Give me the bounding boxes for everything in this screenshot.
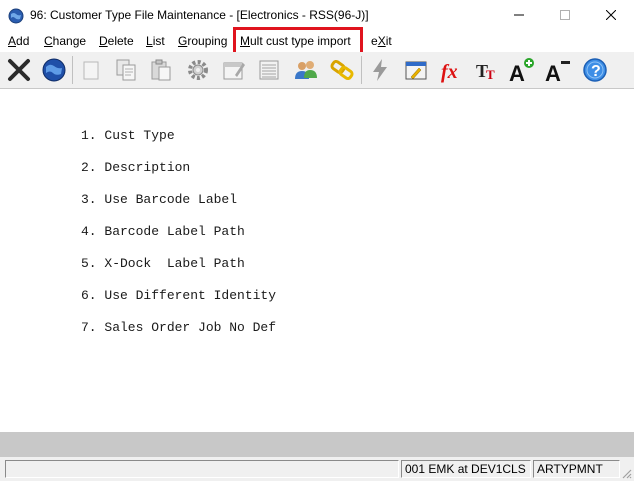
menu-exit-accel: X [377,34,386,48]
text-format-icon: T T [476,61,495,82]
edit-screen-icon [405,61,427,80]
menu-exit[interactable]: eXit [371,34,392,48]
toolbar: fx T T A A ? [0,52,634,89]
menu-exit-rest: it [385,34,392,48]
menu-add-accel: A [8,34,17,48]
toolbar-list-button[interactable] [253,54,285,86]
resize-grip-icon[interactable] [620,467,632,479]
toolbar-settings-button[interactable] [182,54,214,86]
svg-text:fx: fx [441,61,458,83]
toolbar-close-button[interactable] [3,54,35,86]
font-decrease-icon: A [545,61,570,84]
menu-delete-rest: elete [107,34,134,48]
function-fx-icon: fx [441,61,458,83]
help-icon: ? [583,58,607,82]
toolbar-users-button[interactable] [290,54,322,86]
minimize-icon [514,14,524,16]
status-message-panel [5,460,399,478]
edit-window-icon [223,62,245,80]
toolbar-separator [72,56,73,84]
menu-list-accel: L [146,34,153,48]
svg-text:T: T [486,67,495,82]
toolbar-link-button[interactable] [326,54,358,86]
field-description[interactable]: 2. Description [81,160,276,192]
svg-text:?: ? [591,63,601,80]
status-bar: 001 EMK at DEV1CLS ARTYPMNT [0,457,634,481]
menu-change-rest: hange [52,34,87,48]
toolbar-function-button[interactable]: fx [436,54,468,86]
settings-gear-icon [188,60,208,80]
toolbar-lightning-button[interactable] [364,54,396,86]
field-cust-type[interactable]: 1. Cust Type [81,128,276,160]
font-increase-icon: A [509,58,534,84]
svg-text:A: A [545,61,561,84]
toolbar-font-decrease-button[interactable]: A [542,54,574,86]
app-globe-icon [8,8,24,24]
menu-exit-pre: e [371,34,378,48]
blank-page-icon [83,61,99,80]
copy-icon [116,59,136,81]
title-bar: 96: Customer Type File Maintenance - [El… [0,0,634,30]
field-sales-order-job-no-def[interactable]: 7. Sales Order Job No Def [81,320,276,352]
field-use-barcode-label[interactable]: 3. Use Barcode Label [81,192,276,224]
users-icon [295,61,317,79]
toolbar-blank-button[interactable] [75,54,107,86]
toolbar-help-button[interactable]: ? [579,54,611,86]
menu-grouping-rest: rouping [187,34,228,48]
toolbar-text-format-button[interactable]: T T [471,54,503,86]
status-program-panel: ARTYPMNT [533,460,620,478]
message-band [0,432,634,457]
close-window-button[interactable] [588,0,634,30]
menu-delete[interactable]: Delete [99,34,134,48]
lightning-icon [373,59,387,81]
menu-list-rest: ist [152,34,165,48]
link-chain-icon [330,59,354,81]
toolbar-edit-screen-button[interactable] [400,54,432,86]
window-title: 96: Customer Type File Maintenance - [El… [30,8,369,22]
globe-icon [42,58,66,82]
menu-change-accel: C [44,34,53,48]
close-x-icon [8,59,30,81]
main-form-area: 1. Cust Type 2. Description 3. Use Barco… [0,90,634,430]
status-user-panel: 001 EMK at DEV1CLS [401,460,531,478]
field-xdock-label-path[interactable]: 5. X-Dock Label Path [81,256,276,288]
menu-delete-accel: D [99,34,108,48]
toolbar-paste-button[interactable] [145,54,177,86]
menu-change[interactable]: Change [44,34,86,48]
menu-grouping[interactable]: Grouping [178,34,227,48]
maximize-button[interactable] [542,0,588,30]
toolbar-font-increase-button[interactable]: A [506,54,538,86]
toolbar-globe-button[interactable] [38,54,70,86]
list-icon [259,60,279,80]
minimize-button[interactable] [496,0,542,30]
toolbar-copy-button[interactable] [110,54,142,86]
toolbar-edit-window-button[interactable] [218,54,250,86]
paste-icon [151,59,171,81]
maximize-icon [560,10,570,20]
close-icon [606,10,616,20]
menu-add[interactable]: Add [8,34,29,48]
menu-list[interactable]: List [146,34,165,48]
field-use-different-identity[interactable]: 6. Use Different Identity [81,288,276,320]
toolbar-separator [361,56,362,84]
field-list: 1. Cust Type 2. Description 3. Use Barco… [81,128,276,352]
field-barcode-label-path[interactable]: 4. Barcode Label Path [81,224,276,256]
menu-grouping-accel: G [178,34,188,48]
svg-text:A: A [509,61,525,84]
menu-add-rest: dd [16,34,30,48]
